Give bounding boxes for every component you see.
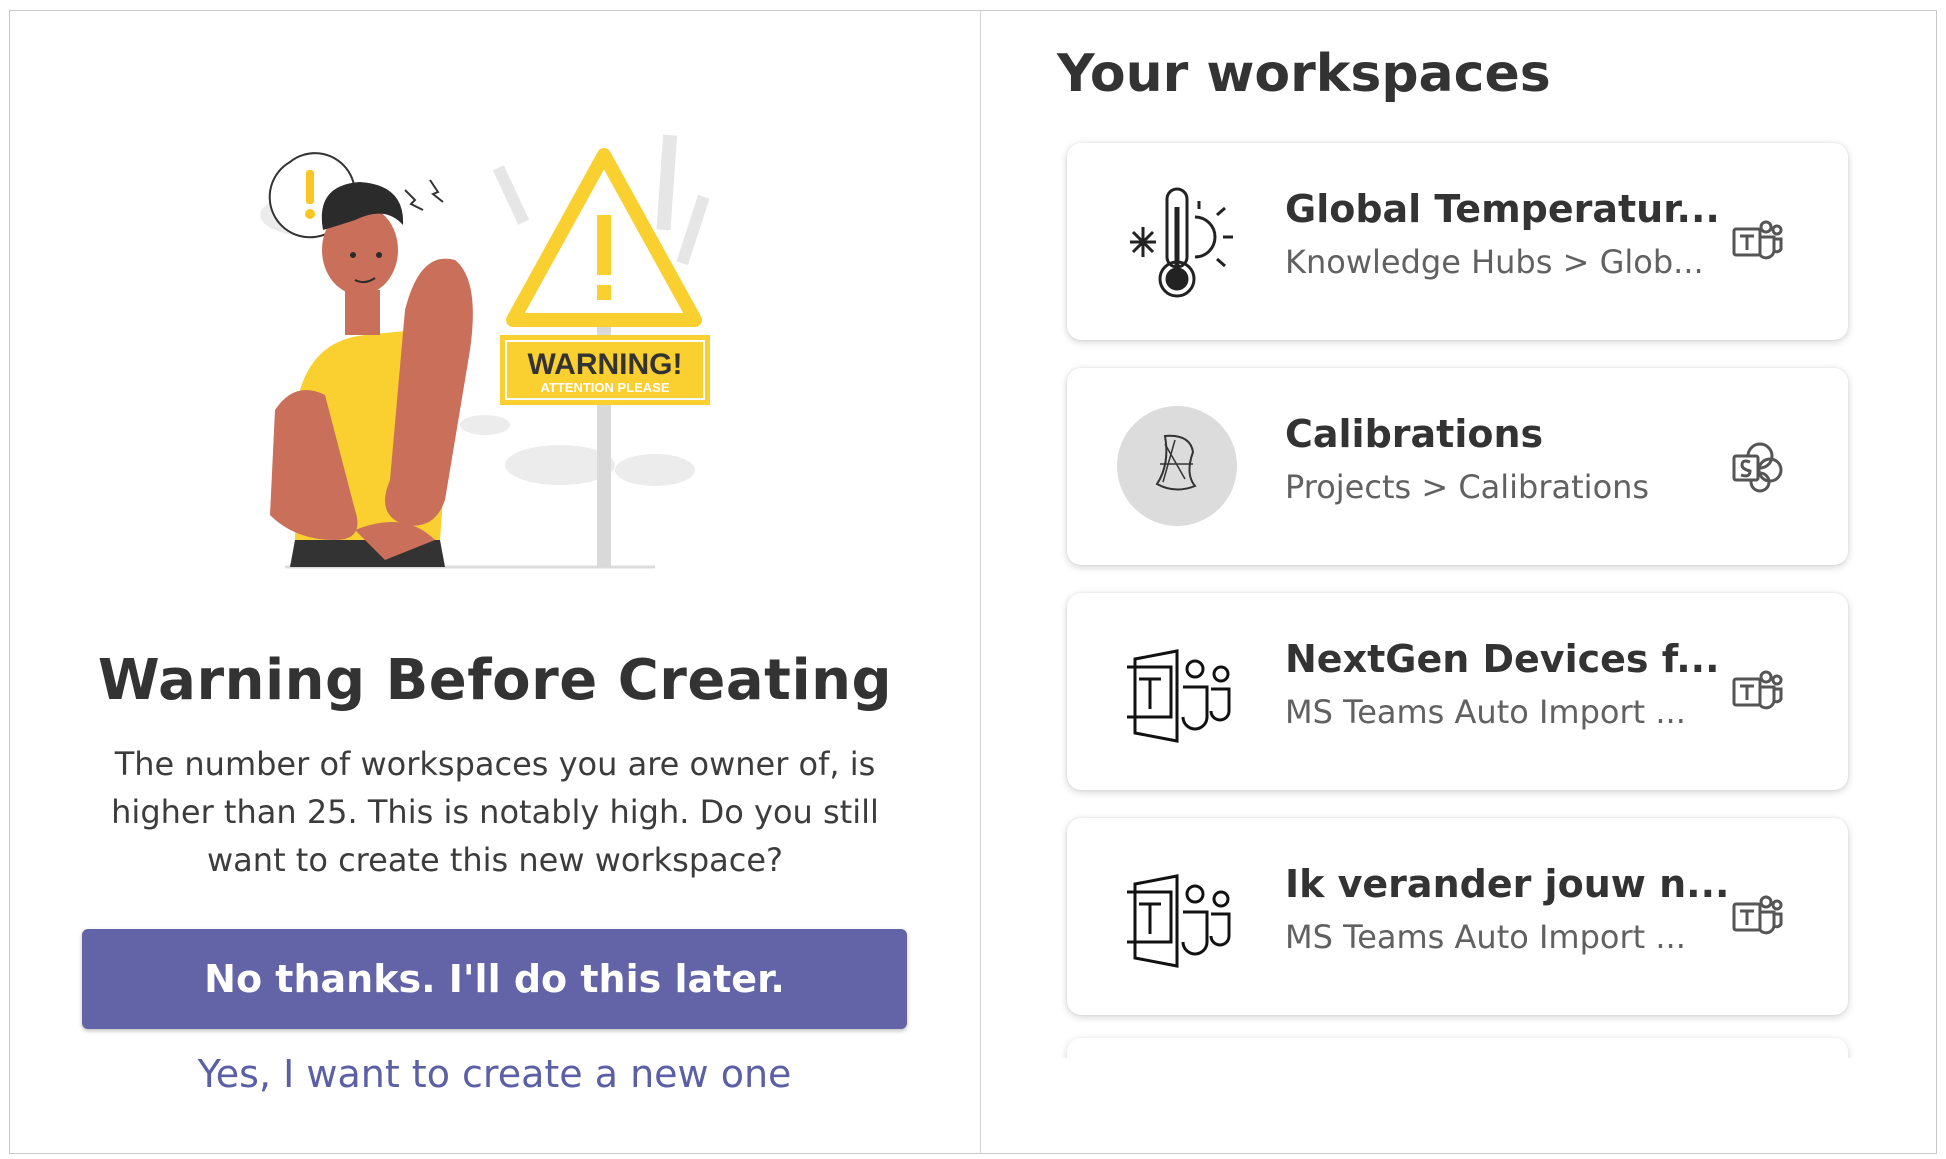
- teams-icon: [1730, 215, 1784, 269]
- workspace-name: NextGen Devices f...: [1285, 637, 1720, 681]
- workspaces-title: Your workspaces: [1057, 44, 1551, 104]
- calibration-logo-icon: [1115, 404, 1240, 529]
- workspace-path: Projects > Calibrations: [1285, 468, 1650, 506]
- workspace-name: Ik verander jouw n...: [1285, 862, 1730, 906]
- warning-illustration: WARNING! ATTENTION PLEASE: [255, 120, 725, 580]
- workspace-card[interactable]: Global Temperatur... Knowledge Hubs > Gl…: [1067, 143, 1848, 340]
- workspace-card[interactable]: Calibrations Projects > Calibrations: [1067, 368, 1848, 565]
- create-new-link[interactable]: Yes, I want to create a new one: [82, 1052, 907, 1096]
- sign-text: WARNING!: [528, 348, 683, 381]
- thermometer-icon: [1115, 179, 1240, 304]
- workspace-name: Calibrations: [1285, 412, 1544, 456]
- no-thanks-button[interactable]: No thanks. I'll do this later.: [82, 929, 907, 1029]
- workspace-path: MS Teams Auto Import ...: [1285, 693, 1686, 731]
- warning-title: Warning Before Creating: [97, 648, 893, 713]
- teams-icon: [1730, 665, 1784, 719]
- teams-logo-icon: [1115, 854, 1240, 979]
- sharepoint-icon: [1730, 440, 1784, 494]
- workspace-path: MS Teams Auto Import ...: [1285, 918, 1686, 956]
- workspace-path: Knowledge Hubs > Glob...: [1285, 243, 1704, 281]
- teams-icon: [1730, 890, 1784, 944]
- workspace-card[interactable]: NextGen Devices f... MS Teams Auto Impor…: [1067, 593, 1848, 790]
- workspace-card[interactable]: Ik verander jouw n... MS Teams Auto Impo…: [1067, 818, 1848, 1015]
- workspace-card[interactable]: [1067, 1038, 1848, 1058]
- panel-divider: [980, 10, 981, 1154]
- workspace-list[interactable]: Global Temperatur... Knowledge Hubs > Gl…: [1050, 130, 1870, 1058]
- teams-logo-icon: [1115, 629, 1240, 754]
- warning-message: The number of workspaces you are owner o…: [111, 745, 879, 879]
- workspace-name: Global Temperatur...: [1285, 187, 1720, 231]
- sign-subtext: ATTENTION PLEASE: [540, 380, 669, 395]
